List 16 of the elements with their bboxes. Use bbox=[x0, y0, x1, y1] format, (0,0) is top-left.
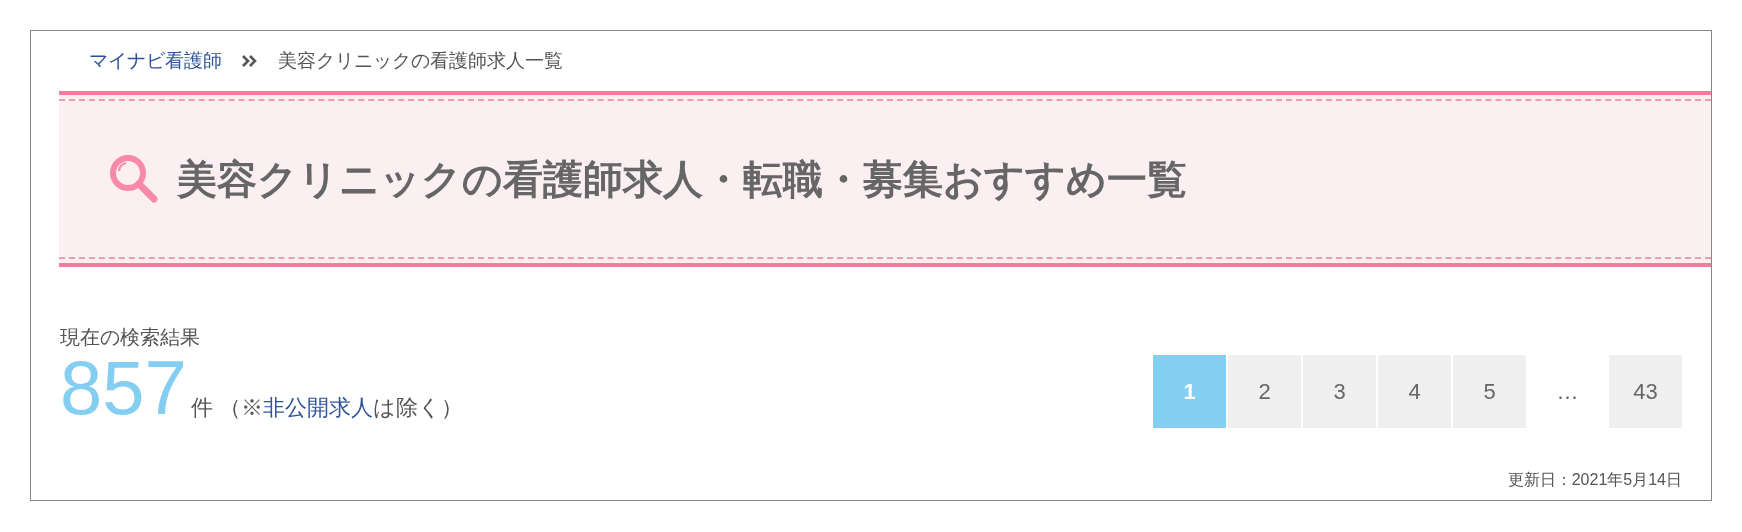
page-button[interactable]: 5 bbox=[1453, 355, 1526, 428]
results-label: 現在の検索結果 bbox=[60, 325, 201, 350]
updated-date: 更新日：2021年5月14日 bbox=[1507, 470, 1682, 490]
result-count: 857 bbox=[60, 350, 187, 426]
breadcrumb-current: 美容クリニックの看護師求人一覧 bbox=[278, 48, 563, 73]
breadcrumb-link[interactable]: マイナビ看護師 bbox=[89, 46, 222, 76]
page-button[interactable]: 2 bbox=[1228, 355, 1301, 428]
double-chevron-icon bbox=[242, 54, 258, 68]
page-button[interactable]: 4 bbox=[1378, 355, 1451, 428]
private-jobs-link[interactable]: 非公開求人 bbox=[262, 395, 373, 420]
pagination-ellipsis: … bbox=[1556, 378, 1579, 406]
page-heading: 美容クリニックの看護師求人・転職・募集おすすめ一覧 bbox=[177, 156, 1187, 203]
page-button[interactable]: 3 bbox=[1303, 355, 1376, 428]
search-icon bbox=[107, 152, 161, 206]
page-button[interactable]: 43 bbox=[1609, 355, 1682, 428]
count-note: 件 （※非公開求人は除く） bbox=[190, 394, 463, 422]
